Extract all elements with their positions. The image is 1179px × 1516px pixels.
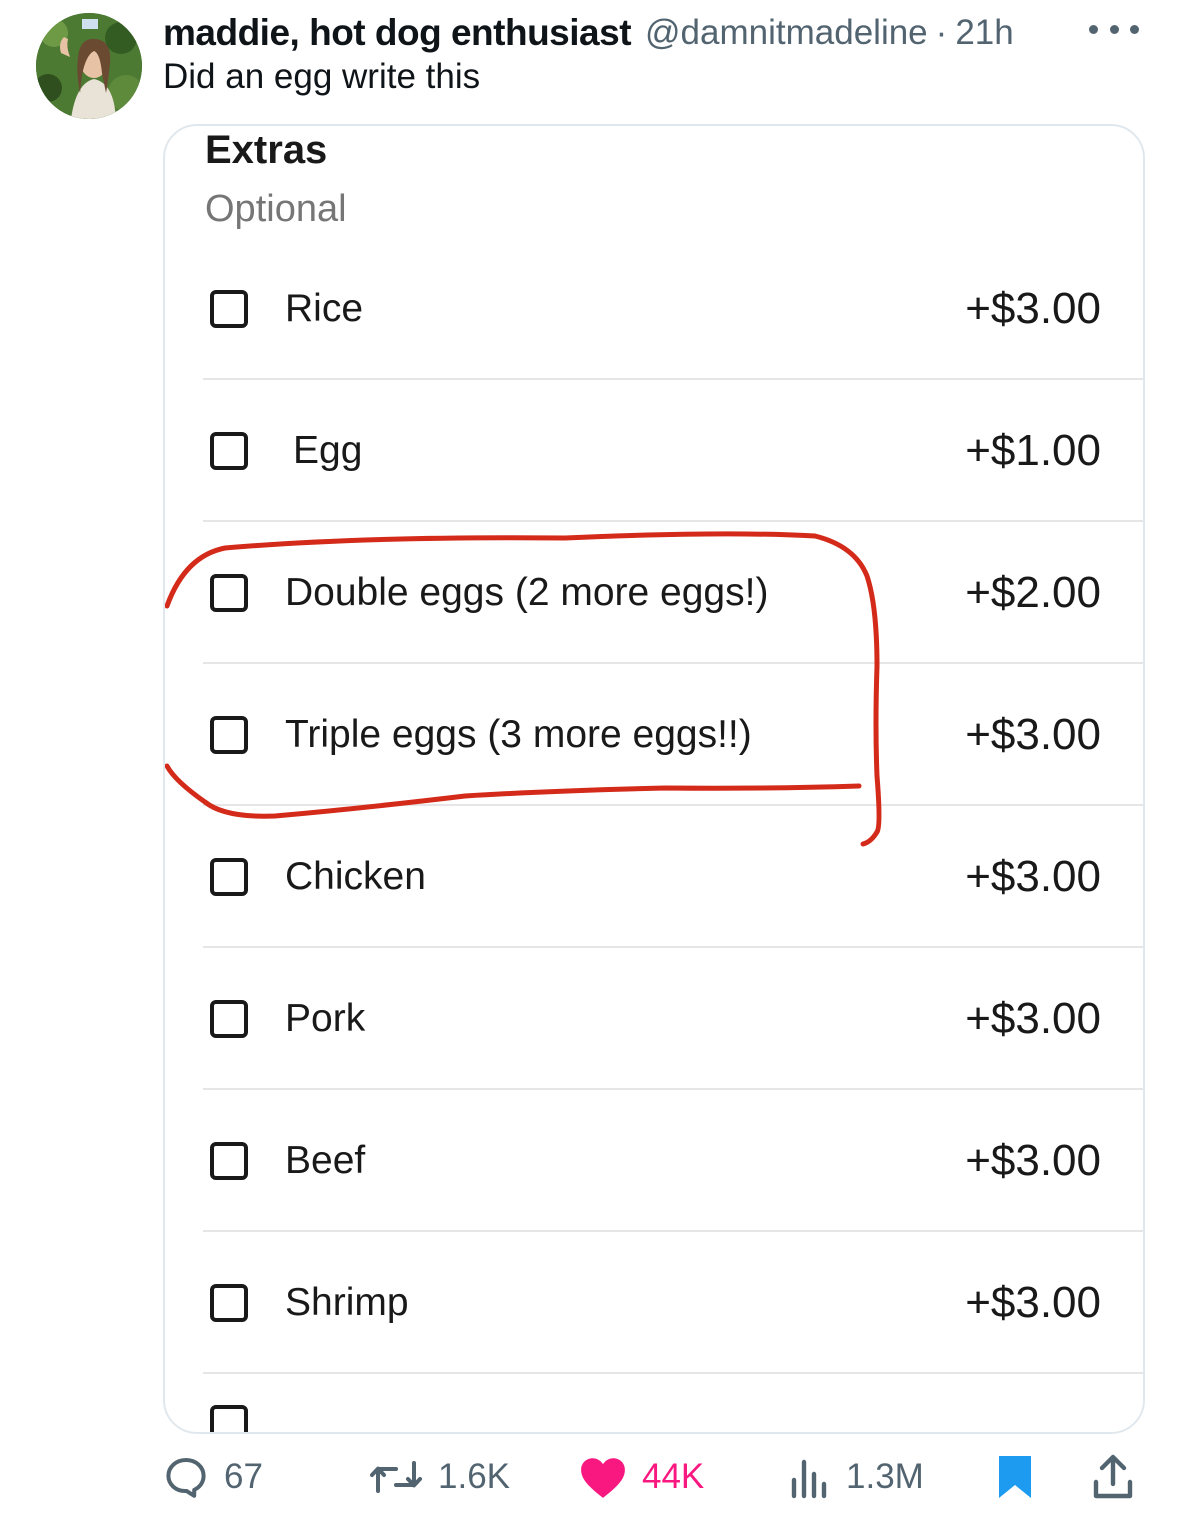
- tweet-timestamp[interactable]: 21h: [955, 13, 1013, 53]
- tweet-media-image[interactable]: Extras Optional Rice +$3.00 Egg +$1.00 D…: [163, 124, 1145, 1434]
- option-label: Egg: [293, 429, 363, 472]
- like-button[interactable]: 44K: [578, 1445, 704, 1509]
- option-label: Chicken: [285, 855, 426, 898]
- like-count: 44K: [642, 1457, 705, 1496]
- author-handle[interactable]: @damnitmadeline: [645, 13, 928, 53]
- option-row: Chicken +$3.00: [203, 806, 1143, 948]
- bookmark-icon: [999, 1456, 1031, 1498]
- option-row: Rice +$3.00: [203, 238, 1143, 380]
- option-row: Shrimp +$3.00: [203, 1232, 1143, 1374]
- repost-count: 1.6K: [438, 1457, 510, 1496]
- option-label: Double eggs (2 more eggs!): [285, 571, 769, 614]
- option-row: Egg +$1.00: [203, 380, 1143, 522]
- option-price: +$3.00: [965, 710, 1101, 759]
- option-row: Triple eggs (3 more eggs!!) +$3.00: [203, 664, 1143, 806]
- option-price: +$3.00: [965, 284, 1101, 333]
- avatar-photo: [36, 13, 142, 119]
- heart-icon: [581, 1458, 625, 1498]
- more-icon[interactable]: [1089, 14, 1139, 44]
- author-display-name[interactable]: maddie, hot dog enthusiast: [163, 12, 632, 54]
- option-label: Beef: [285, 1139, 366, 1182]
- views-icon: [791, 1459, 827, 1499]
- reply-count: 67: [224, 1457, 263, 1496]
- option-row: Double eggs (2 more eggs!) +$2.00: [203, 522, 1143, 664]
- option-checkbox: [210, 574, 248, 612]
- option-checkbox: [210, 290, 248, 328]
- views-button[interactable]: 1.3M: [788, 1445, 924, 1509]
- option-label: Triple eggs (3 more eggs!!): [285, 713, 752, 756]
- header-separator: ·: [935, 13, 948, 52]
- option-checkbox: [210, 1142, 248, 1180]
- option-row: Beef +$3.00: [203, 1090, 1143, 1232]
- extras-subtitle: Optional: [205, 188, 347, 230]
- option-label: Shrimp: [285, 1281, 409, 1324]
- option-checkbox: [210, 1284, 248, 1322]
- avatar[interactable]: [36, 13, 142, 119]
- option-label: Rice: [285, 287, 364, 330]
- views-count: 1.3M: [846, 1457, 924, 1496]
- tweet-header: maddie, hot dog enthusiast @damnitmadeli…: [163, 8, 1123, 58]
- option-checkbox: [210, 432, 248, 470]
- option-price: +$3.00: [965, 1136, 1101, 1185]
- repost-button[interactable]: 1.6K: [368, 1445, 510, 1509]
- option-row-partial: [203, 1374, 1143, 1432]
- bookmark-button[interactable]: [995, 1445, 1035, 1509]
- repost-icon: [370, 1461, 422, 1493]
- share-button[interactable]: [1090, 1445, 1136, 1509]
- action-bar: 67 1.6K 44K 1.3M: [160, 1445, 1150, 1509]
- option-label: Pork: [285, 997, 366, 1040]
- option-price: +$3.00: [965, 1278, 1101, 1327]
- option-price: +$3.00: [965, 994, 1101, 1043]
- option-checkbox: [210, 716, 248, 754]
- reply-button[interactable]: 67: [162, 1445, 263, 1509]
- option-checkbox: [210, 1000, 248, 1038]
- tweet-text: Did an egg write this: [163, 57, 481, 96]
- option-row: Pork +$3.00: [203, 948, 1143, 1090]
- reply-icon: [166, 1458, 206, 1498]
- option-price: +$3.00: [965, 852, 1101, 901]
- share-icon: [1093, 1454, 1133, 1499]
- option-price: +$1.00: [965, 426, 1101, 475]
- option-price: +$2.00: [965, 568, 1101, 617]
- extras-title: Extras: [205, 128, 328, 172]
- option-checkbox: [210, 858, 248, 896]
- option-checkbox: [210, 1405, 248, 1432]
